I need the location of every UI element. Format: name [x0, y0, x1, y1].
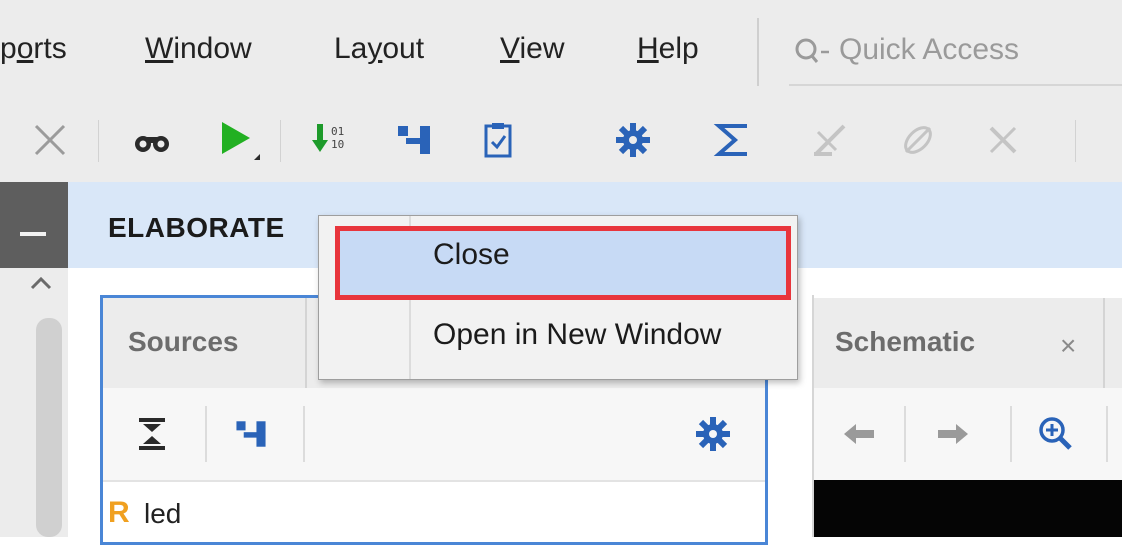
hierarchy-icon[interactable]	[231, 414, 271, 454]
zoom-in-icon[interactable]	[1036, 414, 1076, 454]
context-menu: Close Open in New Window	[318, 215, 798, 380]
schematic-toolbar	[814, 388, 1122, 480]
scroll-up-icon[interactable]	[26, 270, 56, 300]
menu-item-view[interactable]: View	[500, 32, 564, 66]
tab-close-icon[interactable]: ×	[1060, 330, 1076, 362]
back-arrow-icon[interactable]	[842, 418, 878, 450]
tab-schematic[interactable]: Schematic	[835, 326, 975, 358]
menu-item-open-in-new-window-label: Open in New Window	[433, 318, 722, 351]
rtl-source-icon: R	[108, 496, 130, 529]
disabled-tool-icon[interactable]	[890, 112, 946, 168]
run-icon[interactable]	[210, 112, 266, 168]
svg-text:10: 10	[331, 138, 344, 151]
tab-separator	[1103, 298, 1105, 388]
svg-text:01: 01	[331, 125, 344, 138]
toolbar-separator	[280, 120, 281, 162]
toolbar-separator	[205, 406, 207, 462]
gear-icon[interactable]	[605, 112, 661, 168]
gear-icon[interactable]	[693, 414, 733, 454]
tab-sources-label: Sources	[128, 326, 239, 357]
disabled-tool-icon[interactable]	[802, 112, 858, 168]
download-bitstream-icon[interactable]: 01 10	[305, 112, 361, 168]
close-icon[interactable]	[22, 112, 78, 168]
report-icon[interactable]	[470, 112, 526, 168]
toolbar-separator	[904, 406, 906, 462]
scrollbar-thumb[interactable]	[36, 318, 62, 537]
forward-arrow-icon[interactable]	[934, 418, 970, 450]
disabled-tool-icon[interactable]	[975, 112, 1031, 168]
menu-item-close[interactable]	[335, 226, 791, 300]
menu-item-help[interactable]: Help	[637, 32, 699, 66]
toolbar-separator	[1106, 406, 1108, 462]
header-title: ELABORATE	[108, 212, 285, 243]
binoculars-icon[interactable]	[124, 112, 180, 168]
toolbar-separator	[98, 120, 99, 162]
menu-item-window[interactable]: Window	[145, 32, 252, 66]
main-toolbar: 01 10	[0, 98, 1122, 182]
hierarchy-icon[interactable]	[386, 112, 442, 168]
menu-separator	[757, 18, 759, 86]
schematic-canvas[interactable]	[814, 480, 1122, 537]
menu-item-layout[interactable]: Layout	[334, 32, 424, 66]
menu-item-close-label: Close	[433, 238, 510, 271]
sigma-icon[interactable]	[705, 112, 761, 168]
toolbar-separator	[1075, 120, 1076, 162]
collapse-all-icon[interactable]	[135, 416, 169, 452]
menu-bar: ports Window Layout View Help	[0, 0, 1122, 98]
minimize-button[interactable]	[0, 182, 68, 268]
toolbar-separator	[303, 406, 305, 462]
quick-access-box[interactable]	[789, 26, 1122, 86]
minimize-icon	[20, 232, 46, 236]
menu-item-reports[interactable]: ports	[0, 32, 67, 66]
sources-toolbar	[103, 388, 765, 482]
search-icon	[795, 38, 829, 63]
tree-item-label: led	[144, 498, 182, 529]
toolbar-separator	[1010, 406, 1012, 462]
quick-access-input[interactable]	[839, 30, 1109, 70]
menu-item-open-in-new-window[interactable]: Open in New Window	[319, 308, 797, 370]
